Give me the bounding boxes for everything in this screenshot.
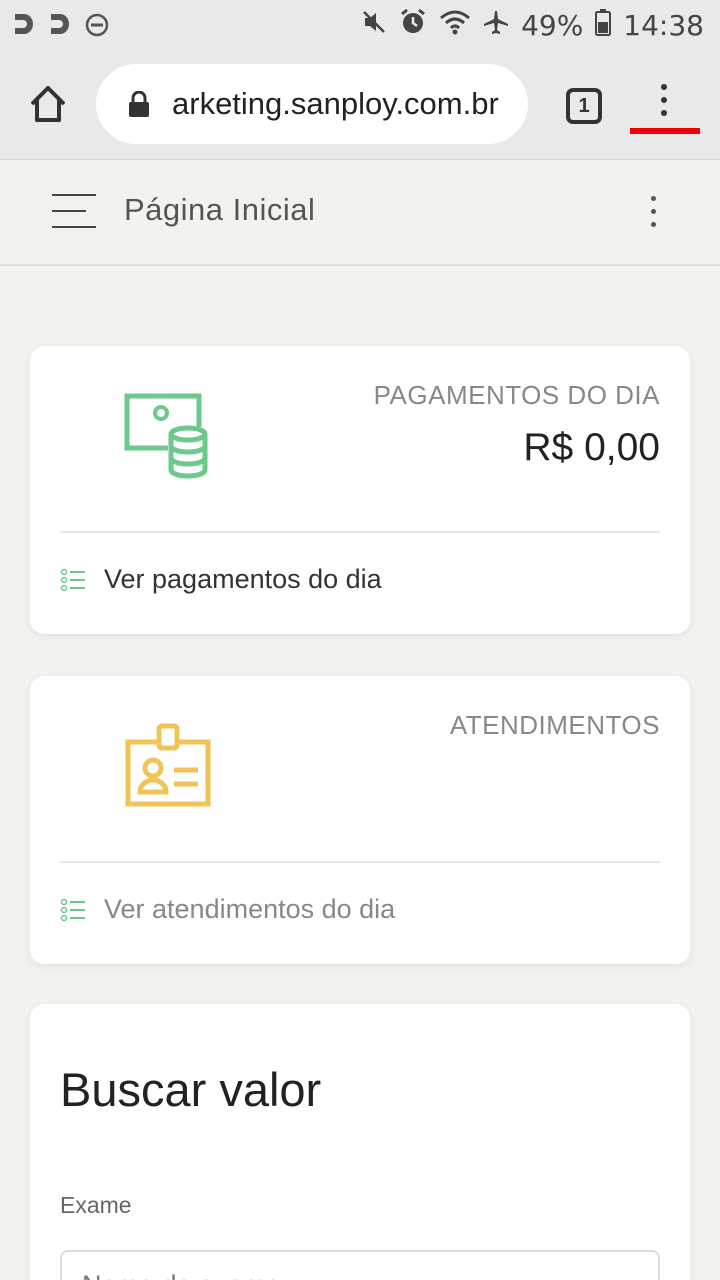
attendances-label: ATENDIMENTOS xyxy=(449,710,660,740)
url-text: arketing.sanploy.com.br xyxy=(172,86,499,121)
browser-menu-icon[interactable] xyxy=(650,84,678,124)
money-coins-icon xyxy=(124,393,208,479)
tab-switcher-button[interactable]: 1 xyxy=(566,88,602,124)
home-icon[interactable] xyxy=(24,80,72,128)
exam-field-label: Exame xyxy=(60,1192,132,1218)
page-overflow-menu-icon[interactable] xyxy=(640,196,666,236)
list-icon xyxy=(60,568,85,591)
payments-card: PAGAMENTOS DO DIA R$ 0,00 Ver pagamentos… xyxy=(30,346,690,634)
d-app-icon xyxy=(48,10,74,44)
d-app-icon xyxy=(12,10,38,44)
id-badge-icon xyxy=(125,723,211,807)
attendances-card: ATENDIMENTOS Ver atendimentos do dia xyxy=(30,676,690,964)
alarm-icon xyxy=(399,8,427,43)
view-payments-label: Ver pagamentos do dia xyxy=(104,564,382,594)
app-header: Página Inicial xyxy=(0,160,720,266)
airplane-icon xyxy=(483,9,509,42)
status-left-icons xyxy=(12,10,110,44)
wifi-icon xyxy=(439,9,471,42)
payments-label: PAGAMENTOS DO DIA xyxy=(373,380,660,410)
hamburger-menu-icon[interactable] xyxy=(52,194,96,230)
exam-name-input[interactable] xyxy=(60,1250,660,1280)
search-value-card: Buscar valor Exame xyxy=(30,1004,690,1280)
view-payments-link[interactable]: Ver pagamentos do dia xyxy=(60,564,382,595)
mute-icon xyxy=(361,9,387,42)
payments-value: R$ 0,00 xyxy=(523,426,660,469)
browser-toolbar: arketing.sanploy.com.br 1 xyxy=(0,48,720,160)
page-title: Página Inicial xyxy=(124,192,316,227)
list-icon xyxy=(60,898,85,921)
search-title: Buscar valor xyxy=(60,1063,322,1116)
url-bar[interactable]: arketing.sanploy.com.br xyxy=(96,64,528,144)
status-bar: 49% 14:38 xyxy=(0,0,720,48)
battery-icon xyxy=(595,8,612,43)
battery-percent: 49% xyxy=(521,9,584,42)
card-divider xyxy=(60,861,660,863)
clock-time: 14:38 xyxy=(623,9,704,42)
dnd-icon xyxy=(84,12,110,42)
card-divider xyxy=(60,531,660,533)
highlight-underline xyxy=(630,128,700,134)
status-right: 49% 14:38 xyxy=(361,8,704,43)
view-attendances-link[interactable]: Ver atendimentos do dia xyxy=(60,894,395,925)
lock-icon xyxy=(129,91,149,117)
view-attendances-label: Ver atendimentos do dia xyxy=(104,894,396,924)
